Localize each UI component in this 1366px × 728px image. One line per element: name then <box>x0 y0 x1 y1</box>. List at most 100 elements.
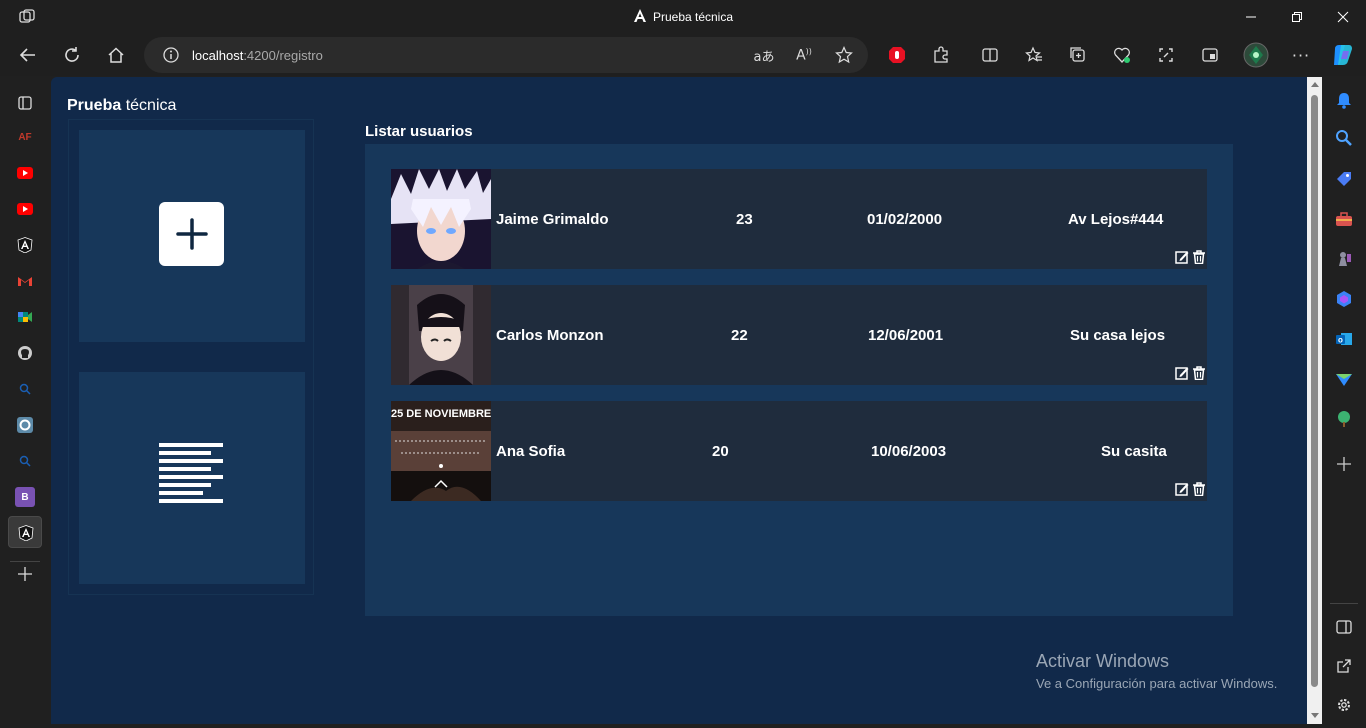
scroll-up-icon[interactable] <box>1311 81 1319 87</box>
favorites-button[interactable] <box>1018 39 1050 71</box>
window-title-text: Prueba técnica <box>652 10 734 24</box>
user-age: 23 <box>736 211 753 228</box>
add-user-card[interactable] <box>79 130 305 342</box>
search-sidebar-button[interactable] <box>1334 128 1354 148</box>
external-link-icon <box>1337 659 1351 673</box>
tab-bootstrap[interactable]: B <box>15 487 35 507</box>
add-user-button[interactable] <box>159 202 224 266</box>
tools-button[interactable] <box>1334 209 1354 229</box>
collections-button[interactable] <box>1062 39 1094 71</box>
trash-icon[interactable] <box>1192 481 1206 497</box>
tab-gmail[interactable] <box>15 271 35 291</box>
window-titlebar: Prueba técnica <box>0 0 1366 34</box>
angular-logo-icon <box>633 9 646 22</box>
extensions-button[interactable] <box>925 39 957 71</box>
section-title: Listar usuarios <box>365 123 473 140</box>
open-external-button[interactable] <box>1334 656 1354 676</box>
essentials-button[interactable] <box>1194 39 1226 71</box>
url-text[interactable]: localhost:4200/registro <box>192 48 323 63</box>
hide-sidebar-button[interactable] <box>1334 617 1354 637</box>
youtube-icon <box>17 167 33 179</box>
translate-button[interactable]: aあ <box>748 39 780 71</box>
activate-windows-watermark: Activar Windows Ve a Configuración para … <box>1036 651 1277 691</box>
svg-text:o: o <box>1338 336 1343 345</box>
plus-icon <box>1337 457 1351 471</box>
notifications-button[interactable] <box>1334 90 1354 110</box>
profile-button[interactable] <box>1240 39 1272 71</box>
edit-icon[interactable] <box>1175 481 1189 496</box>
games-button[interactable] <box>1334 249 1354 269</box>
favorite-button[interactable] <box>828 39 860 71</box>
scroll-down-icon[interactable] <box>1311 713 1319 719</box>
split-screen-button[interactable] <box>974 39 1006 71</box>
tag-icon <box>1337 172 1351 186</box>
tab-circle[interactable] <box>15 415 35 435</box>
refresh-icon <box>65 47 79 62</box>
adblock-button[interactable] <box>881 39 913 71</box>
brand-rest: técnica <box>121 97 177 114</box>
tab-youtube-1[interactable] <box>15 163 35 183</box>
screenshot-icon <box>1159 48 1173 62</box>
health-button[interactable] <box>1106 39 1138 71</box>
tab-angular[interactable] <box>15 235 35 255</box>
minimize-button[interactable] <box>1228 0 1274 34</box>
minimize-icon <box>1246 16 1256 18</box>
rail-divider <box>10 561 40 562</box>
list-users-card[interactable] <box>79 372 305 584</box>
toolbox-icon <box>1336 212 1352 226</box>
tab-actions-button[interactable] <box>15 93 35 113</box>
tree-button[interactable] <box>1334 409 1354 429</box>
more-button[interactable]: ··· <box>1285 39 1317 71</box>
send-button[interactable] <box>1334 369 1354 389</box>
scrollbar-thumb[interactable] <box>1311 95 1318 687</box>
edit-icon[interactable] <box>1175 249 1189 264</box>
browser-essentials-icon <box>1202 48 1218 62</box>
page-scrollbar[interactable] <box>1307 77 1322 724</box>
info-icon[interactable] <box>162 46 180 64</box>
edit-icon[interactable] <box>1175 365 1189 380</box>
paper-plane-icon <box>1336 374 1352 386</box>
favorites-icon <box>1025 46 1042 62</box>
refresh-button[interactable] <box>56 39 88 71</box>
screenshot-button[interactable] <box>1150 39 1182 71</box>
rail-divider <box>1330 603 1358 604</box>
close-button[interactable] <box>1320 0 1366 34</box>
sidebar-toggle-icon <box>1336 620 1352 634</box>
tab-github[interactable] <box>15 343 35 363</box>
tab-af[interactable]: AF <box>15 127 35 147</box>
outlook-button[interactable]: o <box>1334 329 1354 349</box>
add-sidebar-app-button[interactable] <box>1334 454 1354 474</box>
avatar-image-icon <box>391 169 491 269</box>
restore-icon <box>1292 12 1302 22</box>
maximize-button[interactable] <box>1274 0 1320 34</box>
read-aloud-button[interactable]: A)) <box>788 39 820 71</box>
home-icon <box>108 47 124 63</box>
translate-icon: aあ <box>753 49 775 65</box>
tab-youtube-2[interactable] <box>15 199 35 219</box>
copilot-button[interactable] <box>1327 39 1359 71</box>
gmail-icon <box>18 277 32 286</box>
trash-icon[interactable] <box>1192 249 1206 265</box>
browser-toolbar: localhost:4200/registro aあ A)) ··· <box>0 34 1366 76</box>
tab-search-1[interactable] <box>15 379 35 399</box>
tab-meet[interactable] <box>15 307 35 327</box>
avatar-caption: 25 DE NOVIEMBRE <box>391 408 491 420</box>
back-button[interactable] <box>12 39 44 71</box>
microsoft365-button[interactable] <box>1334 289 1354 309</box>
user-avatar <box>391 285 491 385</box>
trash-icon[interactable] <box>1192 365 1206 381</box>
tab-angular-active[interactable] <box>8 516 42 548</box>
user-birthdate: 01/02/2000 <box>867 211 943 228</box>
address-bar[interactable]: localhost:4200/registro aあ A)) <box>144 37 868 73</box>
m365-icon <box>1337 291 1351 307</box>
bootstrap-icon: B <box>21 491 29 503</box>
back-icon <box>19 48 35 62</box>
user-avatar: 25 DE NOVIEMBRE <box>391 401 491 501</box>
bell-icon <box>1337 93 1351 109</box>
home-button[interactable] <box>100 39 132 71</box>
new-tab-button[interactable] <box>15 564 35 584</box>
shopping-button[interactable] <box>1334 169 1354 189</box>
tab-search-2[interactable] <box>15 451 35 471</box>
avatar-image-icon: 25 DE NOVIEMBRE <box>391 401 491 501</box>
sidebar-settings-button[interactable] <box>1334 695 1354 715</box>
